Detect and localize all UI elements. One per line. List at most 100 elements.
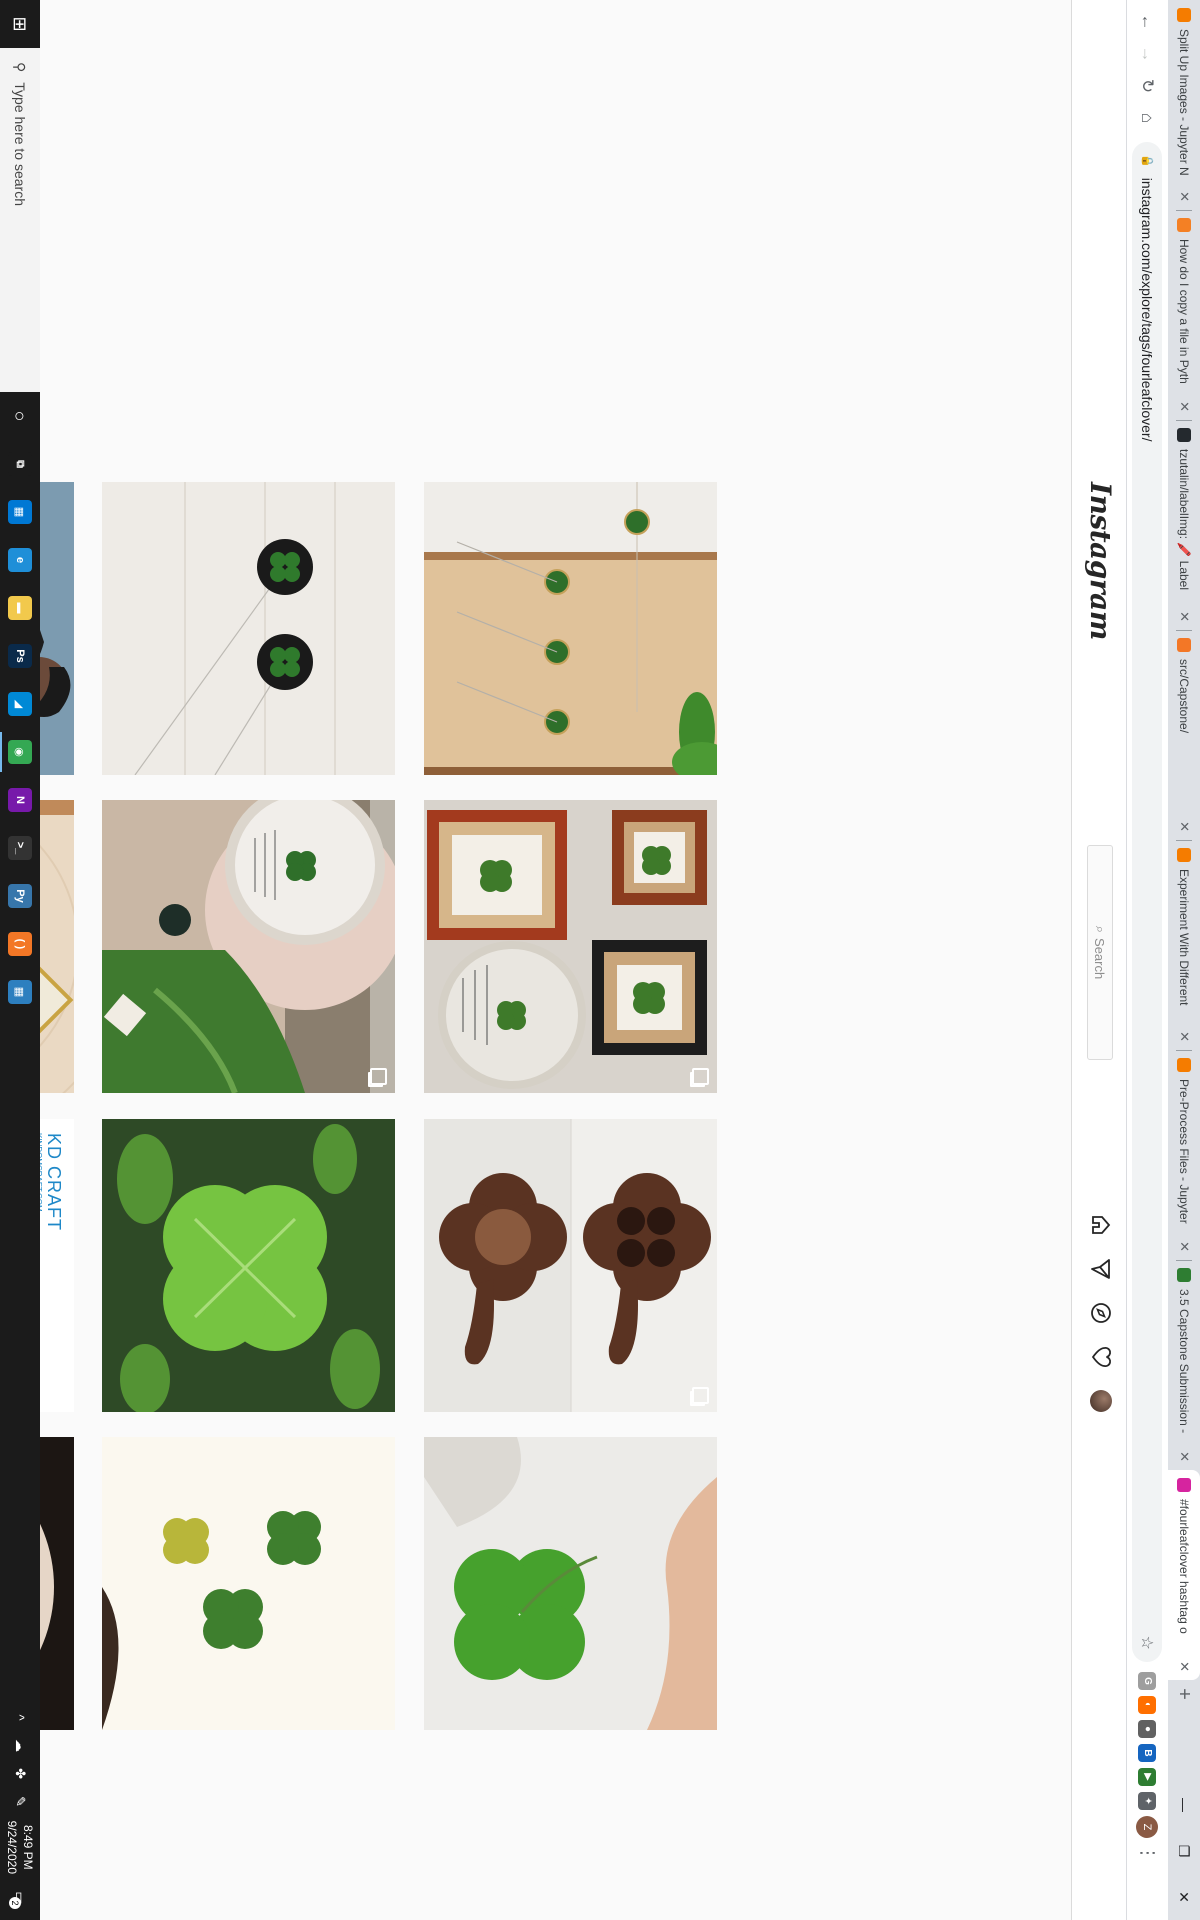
- instagram-nav: [1090, 1214, 1112, 1412]
- bookmark-star-icon[interactable]: ☆: [1138, 1636, 1158, 1650]
- favicon-icon: [1177, 428, 1191, 442]
- close-tab-icon[interactable]: ✕: [1176, 611, 1192, 622]
- extension-icon[interactable]: ◐: [1138, 1696, 1157, 1714]
- tab-list: Split Up Images - Jupyter N ✕ How do I cop…: [1168, 0, 1200, 1680]
- post-tile[interactable]: [424, 1437, 717, 1730]
- explore-icon[interactable]: [1090, 1302, 1112, 1324]
- home-icon[interactable]: [1090, 1214, 1112, 1236]
- onedrive-icon[interactable]: ☁: [12, 1737, 28, 1755]
- chrome-taskbar-icon[interactable]: ◉: [0, 728, 40, 776]
- tab-title: Pre-Process Files - Jupyter: [1177, 1079, 1191, 1224]
- tab-title: How do I copy a file in Pyth: [1177, 239, 1191, 384]
- browser-menu-icon[interactable]: ⋮: [1137, 1844, 1158, 1862]
- windows-taskbar: ⊞ ⚲ Type here to search ○ ⧉ ▦ e ▬ Ps ◢ ◉ N >_ Py (…: [0, 0, 40, 1920]
- browser-tab[interactable]: src/Capstone/ ✕: [1168, 630, 1200, 840]
- taskbar-search-box[interactable]: ⚲ Type here to search: [0, 48, 40, 392]
- azure-icon: ◢: [8, 692, 32, 716]
- multi-photo-icon: [692, 1387, 709, 1404]
- jupyter-taskbar-icon[interactable]: ( ): [0, 920, 40, 968]
- close-tab-icon[interactable]: ✕: [1176, 1241, 1192, 1252]
- browser-tab[interactable]: Pre-Process Files - Jupyter ✕: [1168, 1050, 1200, 1260]
- activity-heart-icon[interactable]: [1090, 1346, 1112, 1368]
- post-tile[interactable]: [424, 800, 717, 1093]
- task-view-icon: ⧉: [8, 452, 32, 476]
- terminal-taskbar-icon[interactable]: >_: [0, 824, 40, 872]
- clock[interactable]: 8:49 PM 9/24/2020: [4, 1821, 36, 1874]
- address-bar[interactable]: 🔒 instagram.com/explore/tags/fourleafclo…: [1132, 142, 1163, 1662]
- hashtag-photo-grid: KD CRAFT KINDOMCRAFT.COM: [25, 0, 1072, 1920]
- reload-button[interactable]: ↻: [1132, 70, 1164, 102]
- terminal-icon: >_: [8, 836, 32, 860]
- post-tile[interactable]: [424, 482, 717, 775]
- tab-title: Split Up Images - Jupyter N: [1177, 29, 1191, 176]
- close-tab-icon[interactable]: ✕: [1176, 401, 1192, 412]
- lock-icon: 🔒: [1141, 154, 1153, 168]
- browser-tabstrip: Split Up Images - Jupyter N ✕ How do I cop…: [1168, 0, 1200, 1920]
- taskbar-search-placeholder: Type here to search: [12, 82, 28, 207]
- home-button[interactable]: ⌂: [1132, 102, 1164, 134]
- url-text[interactable]: instagram.com/explore/tags/fourleafclove…: [1140, 178, 1156, 1626]
- direct-icon[interactable]: [1090, 1258, 1112, 1280]
- close-window-button[interactable]: ✕: [1168, 1874, 1200, 1920]
- close-tab-icon[interactable]: ✕: [1176, 1031, 1192, 1042]
- back-button[interactable]: ←: [1132, 6, 1164, 38]
- extension-icon[interactable]: ▶: [1138, 1768, 1157, 1786]
- task-view-taskbar-icon[interactable]: ⧉: [0, 440, 40, 488]
- minimize-button[interactable]: —: [1168, 1782, 1200, 1828]
- restore-button[interactable]: ❐: [1168, 1828, 1200, 1874]
- close-tab-icon[interactable]: ✕: [1176, 1661, 1192, 1672]
- cortana-icon[interactable]: ○: [0, 392, 40, 440]
- browser-tab[interactable]: Split Up Images - Jupyter N ✕: [1168, 0, 1200, 210]
- extension-icon[interactable]: B: [1138, 1744, 1157, 1762]
- onenote-taskbar-icon[interactable]: N: [0, 776, 40, 824]
- azure-taskbar-icon[interactable]: ◢: [0, 680, 40, 728]
- file-explorer-taskbar-icon[interactable]: ▬: [0, 584, 40, 632]
- favicon-icon: [1177, 1478, 1191, 1492]
- favicon-icon: [1177, 218, 1191, 232]
- favicon-icon: [1177, 1058, 1191, 1072]
- instagram-search-input[interactable]: ⌕ Search: [1087, 845, 1113, 1060]
- browser-tab[interactable]: #fourleafclover hashtag o ✕: [1168, 1470, 1200, 1680]
- file-explorer-icon: ▬: [8, 596, 32, 620]
- network-icon[interactable]: ✤: [12, 1765, 28, 1783]
- new-tab-button[interactable]: +: [1168, 1680, 1200, 1708]
- search-placeholder: Search: [1092, 938, 1108, 980]
- tab-title: Experiment With Different: [1177, 869, 1191, 1006]
- browser-tab[interactable]: tzutalin/labelImg: 🖍️ Label ✕: [1168, 420, 1200, 630]
- desktop-screen: Split Up Images - Jupyter N ✕ How do I cop…: [0, 0, 1200, 1920]
- edge-taskbar-icon[interactable]: e: [0, 536, 40, 584]
- pen-icon[interactable]: ✎: [12, 1793, 28, 1811]
- extension-icon[interactable]: ●: [1138, 1720, 1157, 1738]
- extension-icon[interactable]: G: [1138, 1672, 1157, 1690]
- post-tile[interactable]: [102, 482, 395, 775]
- close-tab-icon[interactable]: ✕: [1176, 191, 1192, 202]
- photoshop-taskbar-icon[interactable]: Ps: [0, 632, 40, 680]
- post-tile[interactable]: [102, 1437, 395, 1730]
- clock-date: 9/24/2020: [5, 1820, 19, 1874]
- profile-avatar[interactable]: [1090, 1390, 1112, 1412]
- store-taskbar-icon[interactable]: ▦: [0, 488, 40, 536]
- tray-overflow-icon[interactable]: ^: [13, 1709, 28, 1727]
- python-taskbar-icon[interactable]: Py: [0, 872, 40, 920]
- instagram-logo[interactable]: Instagram: [1084, 482, 1117, 640]
- close-tab-icon[interactable]: ✕: [1176, 1451, 1192, 1462]
- post-tile[interactable]: [424, 1119, 717, 1412]
- forward-button[interactable]: →: [1132, 38, 1164, 70]
- calculator-taskbar-icon[interactable]: ▦: [0, 968, 40, 1016]
- multi-photo-icon: [692, 1068, 709, 1085]
- notification-center-icon[interactable]: ▭ 2: [6, 1884, 34, 1912]
- chrome-icon: ◉: [8, 740, 32, 764]
- calculator-icon: ▦: [8, 980, 32, 1004]
- extension-icon[interactable]: ✦: [1138, 1792, 1157, 1810]
- browser-tab[interactable]: How do I copy a file in Pyth ✕: [1168, 210, 1200, 420]
- instagram-header: Instagram ⌕ Search: [1071, 0, 1126, 1920]
- browser-tab[interactable]: Experiment With Different ✕: [1168, 840, 1200, 1050]
- close-tab-icon[interactable]: ✕: [1176, 821, 1192, 832]
- windows-start-icon[interactable]: ⊞: [0, 0, 40, 48]
- store-icon: ▦: [8, 500, 32, 524]
- post-tile[interactable]: [102, 1119, 395, 1412]
- profile-avatar-icon[interactable]: Z: [1136, 1816, 1159, 1838]
- browser-tab[interactable]: 3.5 Capstone Submission - ✕: [1168, 1260, 1200, 1470]
- multi-photo-icon: [370, 1068, 387, 1085]
- post-tile[interactable]: [102, 800, 395, 1093]
